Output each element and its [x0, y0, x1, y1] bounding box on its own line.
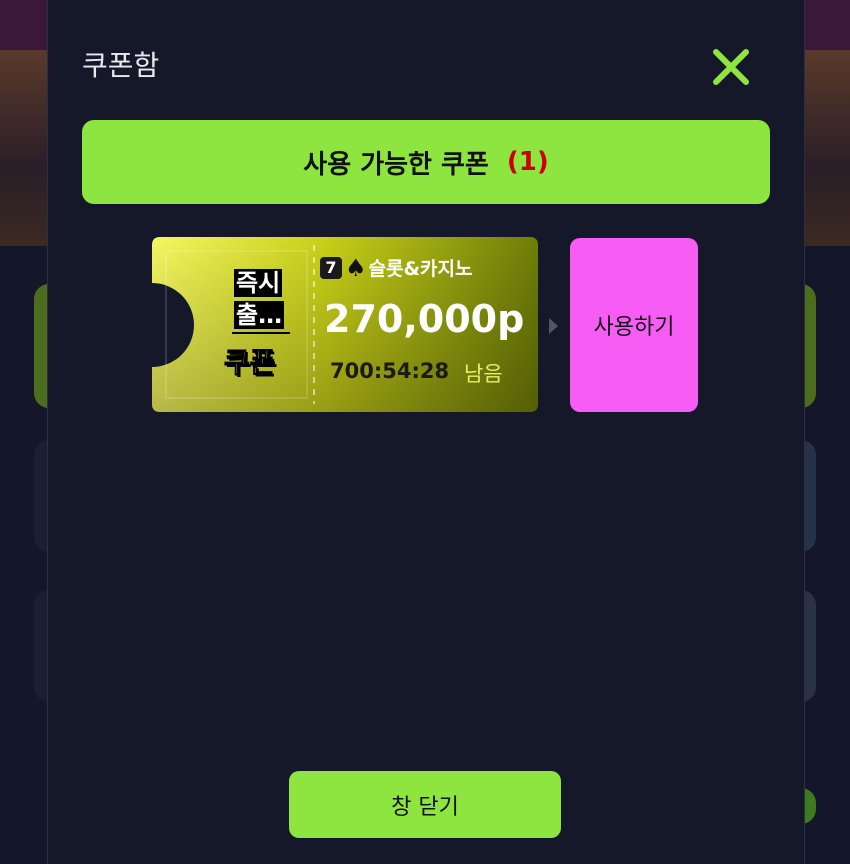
tab-label: 사용 가능한 쿠폰 [303, 149, 489, 180]
coupon-amount: 270,000p [324, 297, 525, 341]
coupon-type: 즉시 출… [234, 267, 292, 331]
spade-icon: ♠ [345, 253, 367, 282]
coupon-timer: 700:54:28 [330, 359, 450, 383]
coupon-type-line2: 출… [234, 301, 285, 329]
game-badge: 7 ♠ 슬롯&카지노 [320, 254, 473, 281]
remaining-label: 남음 [464, 362, 503, 386]
background-banner-left [0, 50, 48, 246]
use-coupon-button[interactable]: 사용하기 [570, 238, 698, 412]
modal-title: 쿠폰함 [82, 49, 160, 82]
close-window-button[interactable]: 창 닫기 [289, 771, 561, 838]
coupon-ticket: 즉시 출… 쿠폰 7 ♠ 슬롯&카지노 270,000p 700:54:28 남… [152, 237, 538, 412]
arrow-right-icon [549, 318, 558, 334]
coupon-box-modal: 쿠폰함 사용 가능한 쿠폰 (1) 즉시 출… 쿠폰 7 ♠ 슬롯&카지노 27… [47, 0, 805, 864]
coupon-type-line1: 즉시 [234, 269, 283, 297]
tab-available-coupons[interactable]: 사용 가능한 쿠폰 (1) [82, 120, 770, 204]
close-icon[interactable] [710, 46, 752, 88]
seven-icon: 7 [320, 256, 342, 279]
background-banner-right [802, 50, 850, 246]
coupon-label: 쿠폰 [224, 346, 277, 380]
game-name: 슬롯&카지노 [368, 258, 473, 280]
coupon-count: (1) [506, 147, 549, 177]
